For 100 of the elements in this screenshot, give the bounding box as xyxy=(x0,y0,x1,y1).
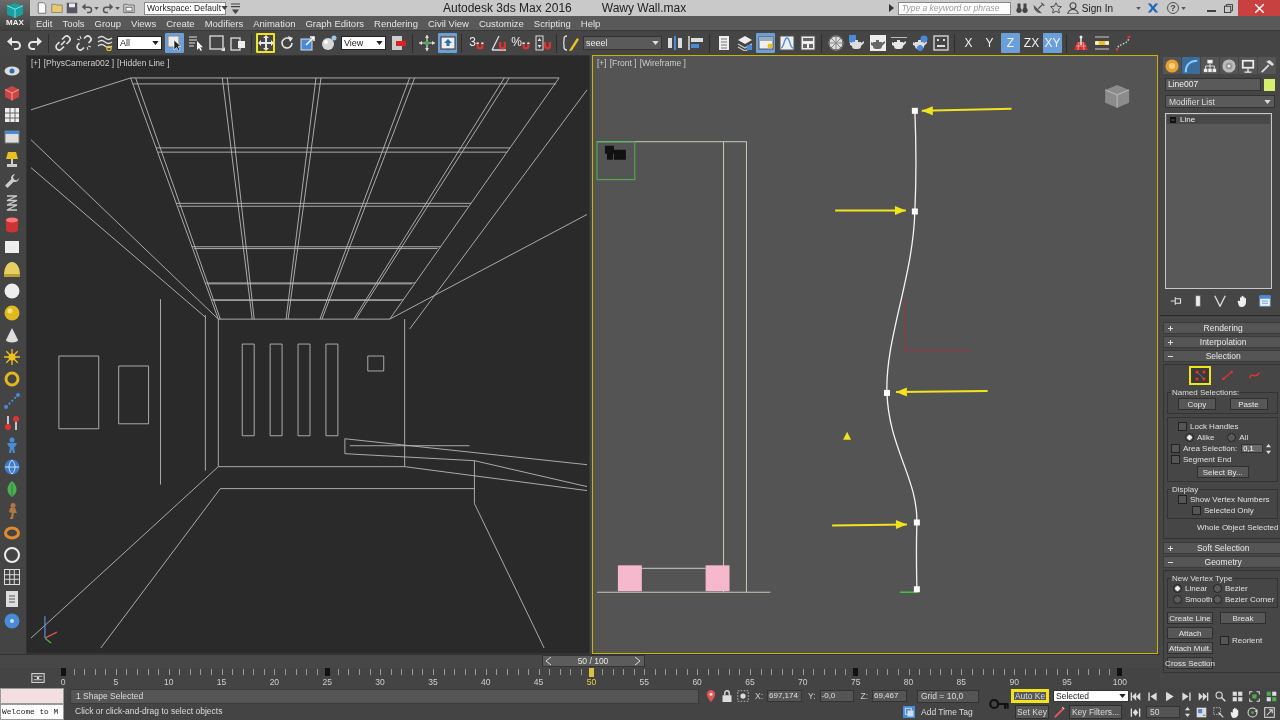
viewport-label-menu[interactable]: [Front ] xyxy=(609,58,637,68)
radio-button[interactable] xyxy=(1185,433,1194,442)
slider-button[interactable] xyxy=(1092,33,1111,53)
pins-tool-button[interactable] xyxy=(3,414,21,431)
cylinder-tool-button[interactable] xyxy=(3,216,21,233)
command-panel-tab[interactable] xyxy=(1182,57,1200,74)
go-to-start-button[interactable] xyxy=(1129,689,1141,703)
coordinate-field[interactable]: 69,467 xyxy=(872,690,907,702)
attach-button[interactable]: Attach xyxy=(1167,627,1213,639)
box-tool-button[interactable] xyxy=(3,84,21,101)
named-selection-button[interactable]: Paste xyxy=(1229,398,1268,410)
set-key-button[interactable]: Set Key xyxy=(1015,705,1049,719)
coordinate-field[interactable]: 697,174 xyxy=(767,690,802,702)
modifier-list-dropdown[interactable]: Modifier List xyxy=(1165,95,1275,108)
zoom-button[interactable] xyxy=(1214,689,1226,703)
vertex-handle[interactable] xyxy=(913,586,920,593)
vertex-handle[interactable] xyxy=(911,208,918,215)
link-button[interactable] xyxy=(53,33,72,53)
create-line-button[interactable]: Create Line xyxy=(1167,612,1213,624)
object-name-field[interactable]: Line007 xyxy=(1165,78,1261,91)
current-frame-marker[interactable] xyxy=(588,668,594,678)
checkbox[interactable] xyxy=(1171,455,1180,464)
radio-button[interactable] xyxy=(1227,433,1237,442)
padlock-icon[interactable] xyxy=(721,690,733,702)
key-mode-dropdown[interactable]: Selected xyxy=(1053,690,1129,702)
curve-editor-button[interactable] xyxy=(777,33,796,53)
checkbox[interactable] xyxy=(1178,495,1187,504)
menu-item[interactable]: Scripting xyxy=(533,17,571,29)
zoom-extents-button[interactable] xyxy=(1248,689,1260,703)
plane-tool-button[interactable] xyxy=(3,238,21,255)
radio-button[interactable] xyxy=(1173,595,1182,604)
viewport-label-menu[interactable]: [Hidden Line ] xyxy=(117,58,170,68)
toolbar-dropdown[interactable]: All xyxy=(117,36,162,50)
rollout-header[interactable]: Soft Selection xyxy=(1163,542,1280,554)
toolbar-dropdown[interactable]: View xyxy=(341,36,386,50)
coordinate-field[interactable]: -0,0 xyxy=(819,690,855,702)
vertex-handle[interactable] xyxy=(911,107,918,114)
lines-caret-icon[interactable] xyxy=(231,2,240,14)
manipulate-button[interactable] xyxy=(417,33,436,53)
sphere-tool-button[interactable] xyxy=(3,304,21,321)
application-menu-button[interactable]: MAX xyxy=(0,0,30,30)
break-button[interactable]: Break xyxy=(1220,612,1266,624)
checkbox[interactable] xyxy=(1192,506,1201,515)
orbit-button[interactable] xyxy=(1246,705,1258,719)
dashed-square-dot-icon[interactable] xyxy=(737,690,749,702)
circle-tool-button[interactable] xyxy=(3,282,21,299)
selection-region-button[interactable] xyxy=(207,33,226,53)
zoom-all-button[interactable] xyxy=(1231,689,1243,703)
menu-item[interactable]: Edit xyxy=(36,17,53,29)
maximize-viewport-button[interactable] xyxy=(1263,705,1275,719)
wrench-tool-button[interactable] xyxy=(3,172,21,189)
axis-constraint-button[interactable]: Y xyxy=(980,33,999,53)
script-output-field[interactable] xyxy=(0,688,64,704)
layer-explorer-button[interactable] xyxy=(735,33,754,53)
ribbon-toggle-button[interactable] xyxy=(756,33,775,53)
key-marker[interactable] xyxy=(60,668,66,677)
light-tool-button[interactable] xyxy=(3,348,21,365)
key-marker[interactable] xyxy=(1117,668,1123,677)
spinner-arrows-icon[interactable] xyxy=(1266,443,1272,454)
radio-button[interactable] xyxy=(1173,584,1182,593)
frame-window-button[interactable] xyxy=(931,33,950,53)
color-swatch-icon[interactable] xyxy=(1264,78,1275,91)
scale-button[interactable] xyxy=(298,33,317,53)
modifier-stack-item[interactable]: Line xyxy=(1167,115,1270,124)
circle-outline-tool-button[interactable] xyxy=(3,546,21,563)
menu-item[interactable]: Rendering xyxy=(374,17,418,29)
next-frame-button[interactable] xyxy=(1180,689,1192,703)
ring-tool-button[interactable] xyxy=(3,370,21,387)
command-panel-tab[interactable] xyxy=(1163,57,1181,74)
menu-item[interactable]: Graph Editors xyxy=(305,17,365,29)
pencil-icon[interactable] xyxy=(1053,706,1065,718)
favorites-button[interactable] xyxy=(1049,1,1062,15)
menu-item[interactable]: Animation xyxy=(253,17,296,29)
shortcut-override-button[interactable] xyxy=(438,33,457,53)
menu-item[interactable]: Customize xyxy=(478,17,524,29)
sign-in-button[interactable]: Sign In xyxy=(1066,2,1141,14)
material-editor-button[interactable] xyxy=(826,33,845,53)
select-by-name-button[interactable] xyxy=(186,33,205,53)
select-by-button[interactable]: Select By... xyxy=(1196,466,1249,478)
attach-multiple-button[interactable]: Attach Mult. xyxy=(1167,642,1213,654)
remove-modifier-button[interactable] xyxy=(1236,294,1249,308)
vertex-handle[interactable] xyxy=(913,519,920,526)
exchange-button[interactable] xyxy=(1147,1,1159,15)
close-button[interactable] xyxy=(1238,0,1280,16)
key-mode-button[interactable] xyxy=(1129,705,1141,719)
pin-grid-button[interactable] xyxy=(1071,33,1090,53)
time-configuration-button[interactable] xyxy=(1195,705,1207,719)
spinner-arrows-icon[interactable] xyxy=(1185,707,1190,717)
command-panel-tab[interactable] xyxy=(1201,57,1219,74)
auto-key-button[interactable]: Auto Ke xyxy=(1011,689,1049,703)
menu-item[interactable]: Group xyxy=(94,17,121,29)
save-button[interactable] xyxy=(66,1,78,15)
checkbox[interactable] xyxy=(1220,636,1229,645)
move-button[interactable] xyxy=(256,33,275,53)
globe-tool-button[interactable] xyxy=(3,458,21,475)
key-marker[interactable] xyxy=(324,668,330,677)
caret-right-icon[interactable] xyxy=(888,4,894,12)
dotted-line-tool-button[interactable] xyxy=(3,392,21,409)
cone-tool-button[interactable] xyxy=(3,326,21,343)
rollout-header[interactable]: Interpolation xyxy=(1163,336,1280,348)
